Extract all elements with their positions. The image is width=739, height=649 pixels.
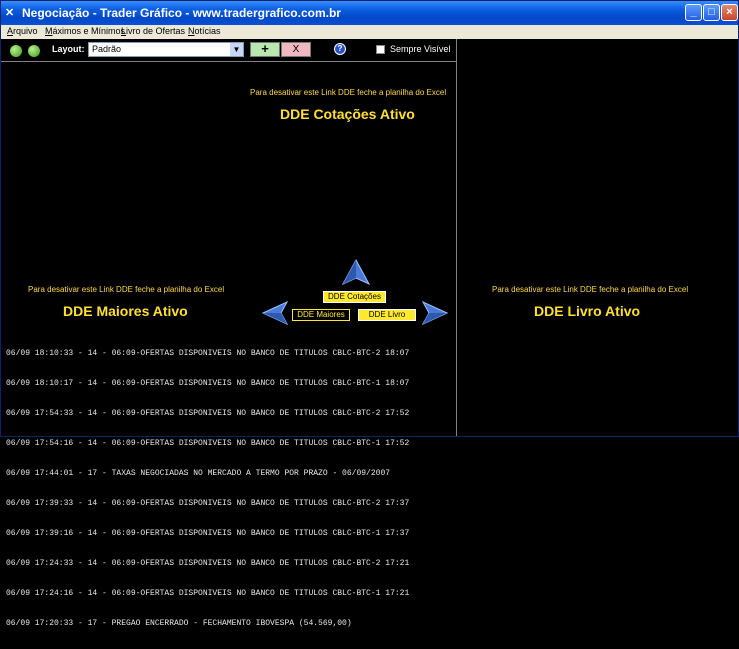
panel-divider[interactable] [456, 39, 457, 436]
news-log[interactable]: 06/09 18:10:33 - 14 - 06:09-OFERTAS DISP… [6, 329, 454, 649]
log-line: 06/09 18:10:17 - 14 - 06:09-OFERTAS DISP… [6, 379, 410, 388]
log-line: 06/09 17:39:33 - 14 - 06:09-OFERTAS DISP… [6, 499, 410, 508]
remove-layout-button[interactable]: X [281, 42, 311, 57]
window-title: Negociação - Trader Gráfico - www.trader… [22, 6, 341, 20]
cotacoes-hint: Para desativar este Link DDE feche a pla… [250, 88, 447, 97]
log-line: 06/09 18:10:33 - 14 - 06:09-OFERTAS DISP… [6, 349, 410, 358]
always-visible-label: Sempre Visível [390, 44, 451, 54]
layout-select-value: Padrão [92, 44, 122, 54]
nav-dde-maiores-button[interactable]: DDE Maiores [292, 309, 350, 321]
menu-noticias[interactable]: Notícias [188, 26, 221, 36]
log-line: 06/09 17:54:16 - 14 - 06:09-OFERTAS DISP… [6, 439, 410, 448]
livro-title: DDE Livro Ativo [534, 303, 641, 319]
log-line: 06/09 17:24:33 - 14 - 06:09-OFERTAS DISP… [6, 559, 410, 568]
add-layout-button[interactable]: + [250, 42, 280, 57]
main-window: ✕ Negociação - Trader Gráfico - www.trad… [0, 0, 739, 628]
title-bar[interactable]: ✕ Negociação - Trader Gráfico - www.trad… [1, 1, 738, 25]
arrow-up-icon[interactable] [342, 259, 370, 285]
cotacoes-title: DDE Cotações Ativo [280, 106, 415, 122]
log-line: 06/09 17:44:01 - 17 - TAXAS NEGOCIADAS N… [6, 469, 391, 478]
menu-maximos-minimos[interactable]: Máximos e Mínimos [45, 26, 125, 36]
log-line: 06/09 17:39:16 - 14 - 06:09-OFERTAS DISP… [6, 529, 410, 538]
maiores-title: DDE Maiores Ativo [63, 303, 188, 319]
layout-label: Layout: [52, 44, 85, 54]
chevron-down-icon[interactable]: ▼ [230, 43, 243, 56]
layout-select[interactable]: Padrão ▼ [88, 42, 244, 57]
menu-arquivo[interactable]: Arquivo [7, 26, 38, 36]
livro-hint: Para desativar este Link DDE feche a pla… [492, 285, 689, 294]
log-line: 06/09 17:20:33 - 17 - PREGAO ENCERRADO -… [6, 619, 352, 628]
minimize-button[interactable]: _ [685, 4, 702, 21]
nav-dde-livro-button[interactable]: DDE Livro [358, 309, 416, 321]
toolbar-divider [1, 61, 456, 62]
menu-bar: Arquivo Máximos e Mínimos Livro de Ofert… [1, 25, 738, 39]
log-line: 06/09 17:54:33 - 14 - 06:09-OFERTAS DISP… [6, 409, 410, 418]
status-indicator-1[interactable] [10, 45, 22, 57]
toolbar: Layout: Padrão ▼ + X ? Sempre Visível [1, 39, 738, 61]
nav-dde-cotacoes-button[interactable]: DDE Cotações [323, 291, 386, 303]
menu-livro-de-ofertas[interactable]: Livro de Ofertas [121, 26, 185, 36]
maximize-button[interactable]: □ [703, 4, 720, 21]
app-icon: ✕ [5, 7, 15, 19]
log-line: 06/09 17:24:16 - 14 - 06:09-OFERTAS DISP… [6, 589, 410, 598]
status-indicator-2[interactable] [28, 45, 40, 57]
maiores-hint: Para desativar este Link DDE feche a pla… [28, 285, 225, 294]
arrow-right-icon[interactable] [422, 301, 448, 325]
close-button[interactable]: × [721, 4, 738, 21]
arrow-left-icon[interactable] [262, 301, 288, 325]
always-visible-checkbox[interactable] [376, 45, 385, 54]
help-icon[interactable]: ? [334, 43, 346, 55]
